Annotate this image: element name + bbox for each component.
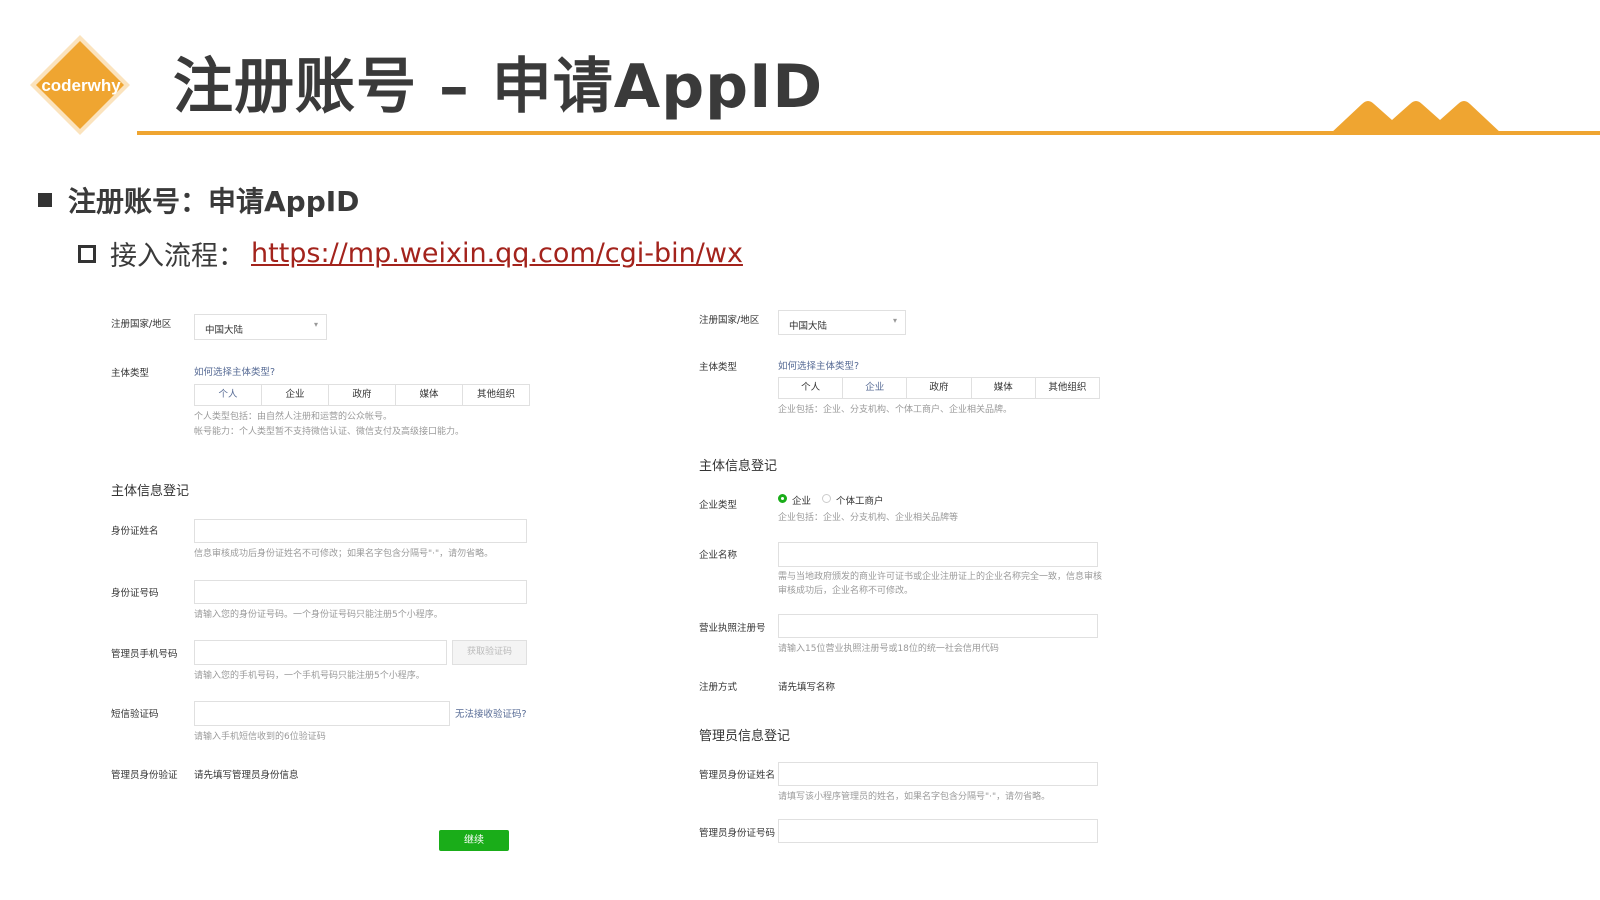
type-tabs: 个人 企业 政府 媒体 其他组织 [194,384,530,406]
radio-company-label: 企业 [792,496,812,507]
admin-section-title: 管理员信息登记 [699,729,791,744]
bullet-sub: 接入流程： https://mp.weixin.qq.com/cgi-bin/w… [78,234,743,273]
license-label: 营业执照注册号 [699,623,766,634]
region-select[interactable]: 中国大陆 ▾ [194,314,327,340]
company-type-hint: 企业包括：企业、分支机构、企业相关品牌等 [778,513,959,523]
tab-company[interactable]: 企业 [262,385,329,405]
sms-help-link[interactable]: 无法接收验证码? [455,706,527,720]
tab-personal[interactable]: 个人 [195,385,262,405]
get-code-button[interactable]: 获取验证码 [452,640,527,665]
region-label: 注册国家/地区 [111,319,172,330]
admin-name-input[interactable] [778,762,1098,786]
phone-input[interactable] [194,640,447,665]
phone-hint: 请输入您的手机号码，一个手机号码只能注册5个小程序。 [194,671,425,681]
region-value: 中国大陆 [789,321,828,332]
id-number-hint: 请输入您的身份证号码。一个身份证号码只能注册5个小程序。 [194,610,443,620]
type-label: 主体类型 [699,362,738,373]
id-name-input[interactable] [194,519,527,543]
admin-verify-value: 请先填写管理员身份信息 [194,770,299,781]
page-title: 注册账号 – 申请AppID [173,52,824,122]
bullet-sub-label: 接入流程： [110,241,245,272]
chevron-down-icon: ▾ [892,316,897,325]
type-hint-2: 帐号能力：个人类型暂不支持微信认证、微信支付及高级接口能力。 [194,427,465,437]
type-hint: 企业包括：企业、分支机构、个体工商户、企业相关品牌。 [778,405,1013,415]
admin-name-hint: 请填写该小程序管理员的姓名，如果名字包含分隔号"·"，请勿省略。 [778,792,1051,802]
company-name-hint-2: 审核成功后，企业名称不可修改。 [778,586,914,596]
reg-method-value: 请先填写名称 [778,682,836,693]
sms-input[interactable] [194,701,450,726]
coderwhy-logo: coderwhy [30,35,130,135]
admin-name-label: 管理员身份证姓名 [699,770,776,781]
chevron-down-icon: ▾ [313,320,318,329]
square-bullet-icon [38,193,52,207]
tab-media[interactable]: 媒体 [396,385,463,405]
tab-government[interactable]: 政府 [907,378,972,398]
type-hint-1: 个人类型包括：由自然人注册和运营的公众帐号。 [194,412,393,422]
bullet-main: 注册账号：申请AppID [38,180,359,220]
continue-button[interactable]: 继续 [439,830,509,851]
region-value: 中国大陆 [205,325,244,336]
tab-government[interactable]: 政府 [329,385,396,405]
company-name-input[interactable] [778,542,1098,567]
id-number-input[interactable] [194,580,527,604]
company-type-label: 企业类型 [699,500,738,511]
mountain-decoration [1330,101,1502,134]
sms-label: 短信验证码 [111,709,159,720]
logo-text: coderwhy [41,76,121,95]
company-name-label: 企业名称 [699,550,738,561]
license-hint: 请输入15位营业执照注册号或18位的统一社会信用代码 [778,644,999,654]
type-tabs: 个人 企业 政府 媒体 其他组织 [778,377,1100,399]
radio-individual-label: 个体工商户 [836,496,884,507]
tab-media[interactable]: 媒体 [972,378,1036,398]
admin-id-label: 管理员身份证号码 [699,828,776,839]
radio-individual[interactable] [822,494,831,503]
weixin-link[interactable]: https://mp.weixin.qq.com/cgi-bin/wx [251,238,743,269]
phone-label: 管理员手机号码 [111,649,178,660]
tab-other[interactable]: 其他组织 [463,385,529,405]
id-name-label: 身份证姓名 [111,526,159,537]
type-help-link[interactable]: 如何选择主体类型? [778,358,859,372]
admin-verify-label: 管理员身份验证 [111,770,178,781]
type-label: 主体类型 [111,368,150,379]
company-name-hint-1: 需与当地政府颁发的商业许可证书或企业注册证上的企业名称完全一致，信息审核 [778,572,1103,582]
bullet-main-text: 注册账号：申请AppID [68,185,360,218]
hollow-square-bullet-icon [78,244,96,263]
admin-id-input[interactable] [778,819,1098,843]
region-label: 注册国家/地区 [699,315,760,326]
id-name-hint: 信息审核成功后身份证姓名不可修改；如果名字包含分隔号"·"，请勿省略。 [194,549,494,559]
reg-method-label: 注册方式 [699,682,738,693]
section-title: 主体信息登记 [111,484,190,499]
region-select[interactable]: 中国大陆 ▾ [778,310,906,335]
tab-other[interactable]: 其他组织 [1036,378,1099,398]
id-number-label: 身份证号码 [111,588,159,599]
type-help-link[interactable]: 如何选择主体类型? [194,364,275,378]
tab-company[interactable]: 企业 [843,378,908,398]
section-title: 主体信息登记 [699,459,778,474]
license-input[interactable] [778,614,1098,638]
sms-hint: 请输入手机短信收到的6位验证码 [194,732,326,742]
tab-personal[interactable]: 个人 [779,378,844,398]
radio-company[interactable] [778,494,787,503]
